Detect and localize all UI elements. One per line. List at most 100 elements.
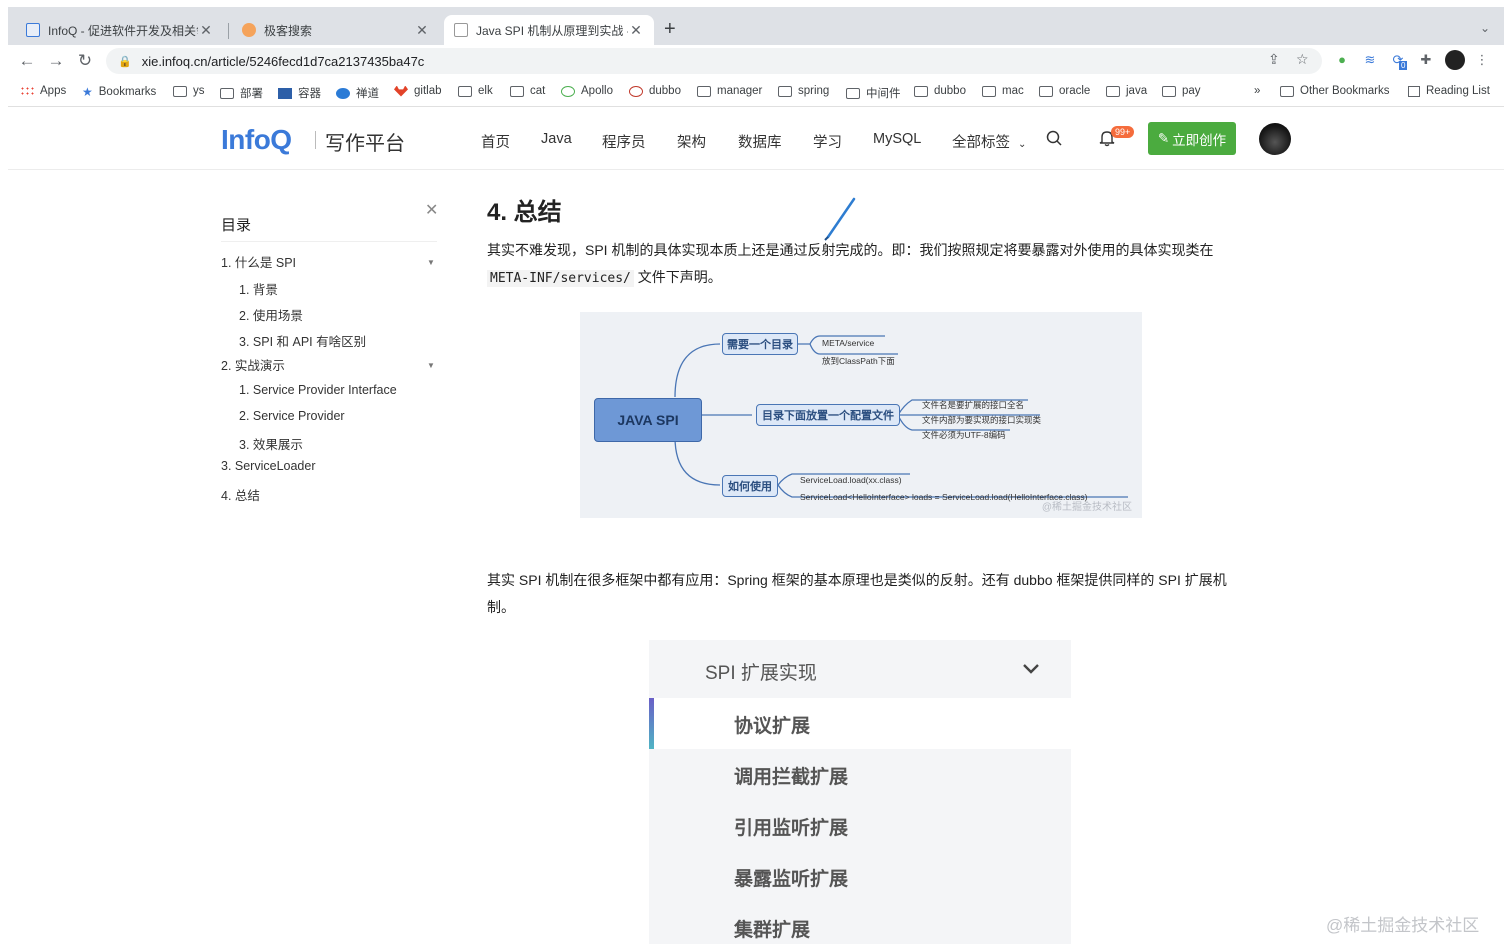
spi-menu-item-label: 集群扩展	[734, 920, 811, 941]
paragraph-text: 其实不难发现，SPI 机制的具体实现本质上还是通过反射完成的。即：我们按照规定将…	[487, 242, 1214, 258]
folder-icon	[982, 85, 996, 97]
tab-java-spi[interactable]: Java SPI 机制从原理到实战 - InfoQ ✕	[444, 15, 654, 45]
logo-divider	[315, 131, 316, 149]
back-icon[interactable]: ←	[16, 50, 38, 72]
share-icon[interactable]: ⇪	[1268, 51, 1280, 68]
bookmark-other[interactable]: Other Bookmarks	[1280, 85, 1389, 97]
nav-learning[interactable]: 学习	[813, 131, 842, 152]
bookmark-elk[interactable]: elk	[458, 85, 493, 97]
forward-icon[interactable]: →	[45, 50, 67, 72]
browser-toolbar: ← → ↻ 🔒 xie.infoq.cn/article/5246fecd1d7…	[8, 45, 1504, 77]
folder-icon	[220, 87, 234, 99]
tab-geek-search[interactable]: 极客搜索 ✕	[232, 15, 440, 45]
reading-list-button[interactable]: Reading List	[1408, 85, 1490, 97]
spi-menu-item: 协议扩展	[649, 698, 1071, 749]
bookmark-pay[interactable]: pay	[1162, 85, 1201, 97]
search-icon[interactable]	[1046, 130, 1062, 146]
bookmark-dubbo-2[interactable]: dubbo	[914, 85, 966, 97]
bookmark-mac[interactable]: mac	[982, 85, 1024, 97]
tab-search-icon[interactable]: ⌄	[1480, 21, 1490, 35]
puzzle-icon[interactable]: ✚	[1418, 52, 1434, 68]
reload-icon[interactable]: ↻	[74, 50, 96, 72]
toc-item[interactable]: 1. 什么是 SPI	[221, 252, 296, 271]
bookmark-deploy[interactable]: 部署	[220, 85, 263, 101]
extension-layers-icon[interactable]: ≋	[1362, 52, 1378, 68]
close-tab-icon[interactable]: ✕	[198, 22, 214, 39]
close-tab-icon[interactable]: ✕	[414, 22, 430, 39]
tab-title: Java SPI 机制从原理到实战 - InfoQ	[476, 23, 628, 38]
address-bar[interactable]: 🔒 xie.infoq.cn/article/5246fecd1d7ca2137…	[106, 48, 1322, 74]
bookmark-bookmarks[interactable]: ★ Bookmarks	[82, 85, 156, 99]
bookmark-java[interactable]: java	[1106, 85, 1147, 97]
menu-dots-icon[interactable]: ⋮	[1474, 52, 1490, 68]
bookmark-label: mac	[1002, 85, 1024, 97]
extension-badge: 0	[1399, 61, 1408, 70]
toc-item[interactable]: 1. 背景	[239, 279, 278, 298]
toc-item[interactable]: 3. 效果展示	[239, 434, 303, 453]
extension-sync-icon[interactable]: ⟳ 0	[1390, 52, 1408, 70]
bookmark-container[interactable]: 容器	[278, 85, 321, 101]
bookmark-label: elk	[478, 85, 493, 97]
create-button[interactable]: ✎ 立即创作	[1148, 122, 1236, 155]
bookmark-apps[interactable]: Apps	[20, 85, 66, 97]
folder-icon	[697, 85, 711, 97]
folder-icon	[510, 85, 524, 97]
mindmap-leaf: 放到ClassPath下面	[822, 356, 895, 366]
figure-watermark: @稀土掘金技术社区	[1041, 502, 1132, 513]
bookmark-apollo[interactable]: Apollo	[561, 85, 613, 97]
bookmark-dubbo-1[interactable]: dubbo	[629, 85, 681, 97]
bookmark-label: cat	[530, 85, 546, 97]
inline-code: META-INF/services/	[487, 270, 634, 287]
close-icon[interactable]: ✕	[425, 200, 438, 220]
bookmark-label: Apps	[40, 85, 67, 97]
bookmark-cat[interactable]: cat	[510, 85, 545, 97]
bookmark-oracle[interactable]: oracle	[1039, 85, 1090, 97]
bookmark-zentao[interactable]: 禅道	[336, 85, 379, 101]
evernote-icon[interactable]: ●	[1334, 52, 1350, 68]
bookmark-label: java	[1126, 85, 1148, 97]
toc-item[interactable]: 3. SPI 和 API 有啥区别	[239, 331, 366, 350]
active-indicator	[649, 698, 654, 749]
profile-avatar[interactable]	[1445, 50, 1465, 70]
nav-all-tags[interactable]: 全部标签 ⌄	[952, 131, 1026, 152]
nav-programmer[interactable]: 程序员	[602, 131, 646, 152]
bookmark-gitlab[interactable]: gitlab	[394, 85, 442, 97]
pen-cursor-icon	[824, 197, 856, 241]
tab-infoq-home[interactable]: InfoQ - 促进软件开发及相关领域 ✕	[16, 15, 224, 45]
toc-item[interactable]: 4. 总结	[221, 485, 260, 504]
user-avatar[interactable]	[1259, 123, 1291, 155]
nav-java[interactable]: Java	[541, 131, 572, 147]
toc-item[interactable]: 2. Service Provider	[239, 409, 345, 423]
nav-database[interactable]: 数据库	[738, 131, 782, 152]
infoq-logo[interactable]: InfoQ	[221, 124, 292, 156]
nav-home[interactable]: 首页	[481, 131, 510, 152]
toc-item[interactable]: 3. ServiceLoader	[221, 459, 316, 473]
nav-mysql[interactable]: MySQL	[873, 131, 921, 147]
lock-icon: 🔒	[118, 55, 132, 68]
bookmark-manager[interactable]: manager	[697, 85, 762, 97]
folder-icon	[1039, 85, 1053, 97]
close-tab-icon[interactable]: ✕	[628, 22, 644, 39]
bookmark-ys[interactable]: ys	[173, 85, 205, 97]
bookmarks-overflow-button[interactable]: »	[1254, 85, 1260, 97]
bookmark-spring[interactable]: spring	[778, 85, 829, 97]
toc-item[interactable]: 1. Service Provider Interface	[239, 383, 397, 397]
spi-menu-item-label: 暴露监听扩展	[734, 869, 849, 890]
new-tab-icon[interactable]: +	[664, 19, 676, 39]
chevron-down-icon	[1023, 664, 1039, 674]
spi-menu-item: 集群扩展	[649, 902, 1071, 944]
spi-menu-item-label: 引用监听扩展	[734, 818, 849, 839]
bookmark-label: 部署	[240, 88, 263, 100]
toc-item[interactable]: 2. 使用场景	[239, 305, 303, 324]
star-icon[interactable]: ☆	[1296, 51, 1309, 68]
bookmark-middleware[interactable]: 中间件	[846, 85, 901, 101]
bookmark-label: 禅道	[356, 88, 379, 100]
caret-down-icon[interactable]: ▼	[427, 258, 435, 267]
bookmark-label: manager	[717, 85, 763, 97]
nav-architecture[interactable]: 架构	[677, 131, 706, 152]
caret-down-icon[interactable]: ▼	[427, 361, 435, 370]
toc-item[interactable]: 2. 实战演示	[221, 355, 285, 374]
overflow-label: »	[1254, 85, 1261, 97]
toc-title: 目录	[221, 217, 252, 234]
folder-icon	[1280, 85, 1294, 97]
